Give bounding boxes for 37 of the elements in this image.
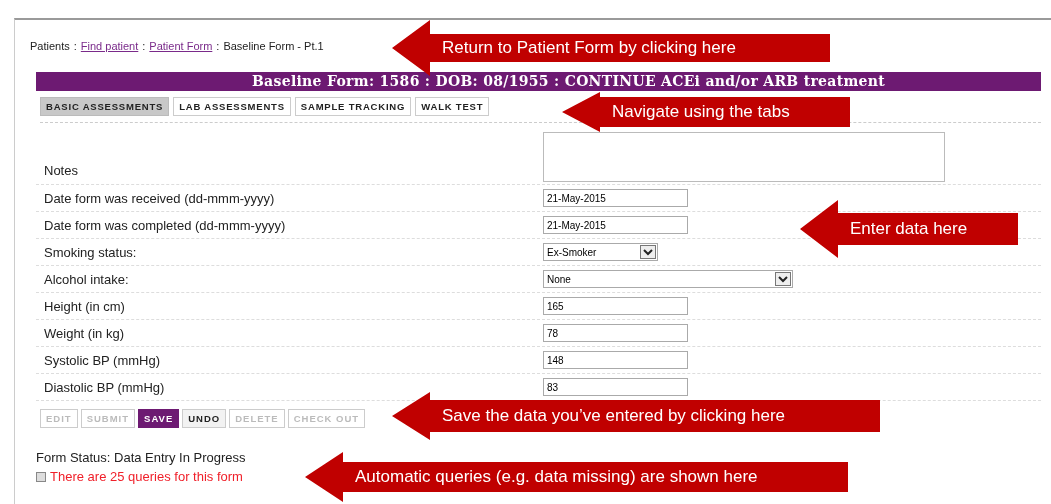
field-label: Notes bbox=[44, 163, 79, 178]
breadcrumb-text: Patients bbox=[30, 40, 70, 52]
expand-icon[interactable] bbox=[36, 471, 46, 482]
breadcrumb-text: Baseline Form - Pt.1 bbox=[223, 40, 324, 52]
dropdown[interactable]: Ex-Smoker bbox=[543, 243, 658, 261]
field-label: Date form was completed (dd-mmm-yyyy) bbox=[44, 217, 287, 233]
tab[interactable]: LAB ASSESSMENTS bbox=[173, 97, 291, 116]
field-label: Smoking status: bbox=[44, 244, 138, 260]
form-status: Form Status: Data Entry In Progress bbox=[36, 450, 247, 465]
tab[interactable]: SAMPLE TRACKING bbox=[294, 97, 412, 116]
chevron-down-icon bbox=[775, 272, 791, 286]
input-field[interactable]: 148 bbox=[543, 351, 688, 369]
field-label: Height (in cm) bbox=[44, 298, 126, 314]
input-field[interactable]: 83 bbox=[543, 378, 688, 396]
input-field[interactable]: 165 bbox=[543, 297, 688, 315]
form-button[interactable]: SAVE bbox=[138, 409, 180, 428]
field-label: Alcohol intake: bbox=[44, 271, 130, 287]
field-label: Systolic BP (mmHg) bbox=[44, 352, 162, 368]
field-label: Diastolic BP (mmHg) bbox=[44, 379, 166, 395]
field-label: Weight (in kg) bbox=[44, 325, 125, 341]
breadcrumb-link[interactable]: Patient Form bbox=[149, 40, 213, 52]
breadcrumb-link[interactable]: Find patient bbox=[80, 40, 139, 52]
notes-field[interactable] bbox=[543, 132, 945, 182]
input-field[interactable]: 78 bbox=[543, 324, 688, 342]
input-field[interactable]: 21-May-2015 bbox=[543, 189, 688, 207]
dropdown[interactable]: None bbox=[543, 270, 793, 288]
breadcrumb-separator: : bbox=[216, 40, 220, 52]
input-field[interactable]: 21-May-2015 bbox=[543, 216, 688, 234]
form-title: Baseline Form: 1586 : DOB: 08/1955 : CONTINUE ACEi and/or ARB treatment bbox=[36, 72, 1041, 91]
breadcrumb-separator: : bbox=[73, 40, 77, 52]
tab[interactable]: BASIC ASSESSMENTS bbox=[40, 97, 170, 116]
queries-link[interactable]: There are 25 queries for this form bbox=[50, 469, 243, 484]
chevron-down-icon bbox=[640, 245, 656, 259]
form-button[interactable]: UNDO bbox=[182, 409, 227, 428]
breadcrumb-separator: : bbox=[142, 40, 146, 52]
field-label: Date form was received (dd-mmm-yyyy) bbox=[44, 190, 276, 206]
tab[interactable]: WALK TEST bbox=[415, 97, 490, 116]
